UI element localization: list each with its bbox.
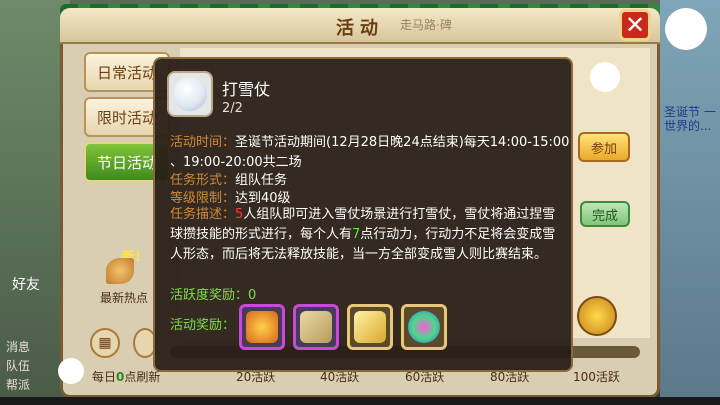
exp-bar <box>0 397 720 405</box>
rainbow-gem-icon <box>408 311 440 343</box>
snowman-icon <box>590 62 620 92</box>
title-decoration-text: 走马路·碑 <box>400 18 452 32</box>
refresh-suffix: 点刷新 <box>124 370 161 384</box>
time-value: 圣诞节活动期间(12月28日晚24点结束)每天14:00-15:00 <box>235 135 570 150</box>
hot-news-label[interactable]: 最新热点 <box>100 289 148 306</box>
join-button[interactable]: 参加 <box>578 132 630 162</box>
activity-icon-frame <box>167 71 213 117</box>
activity-time-row-2: 、19:00-20:00共二场 <box>170 153 302 172</box>
milestone-label: 100活跃 <box>573 370 620 384</box>
task-form-row: 任务形式：组队任务 <box>170 171 287 190</box>
chat-channel[interactable]: 消息 <box>6 338 66 357</box>
completed-badge: 完成 <box>580 201 630 227</box>
desc-label: 任务描述： <box>170 207 236 222</box>
right-event-label[interactable]: 圣诞节 一世界的... <box>664 105 720 133</box>
reward-slot[interactable] <box>401 304 447 350</box>
activity-time-row: 活动时间：圣诞节活动期间(12月28日晚24点结束)每天14:00-15:00 <box>170 133 569 152</box>
daily-refresh-text: 每日0点刷新 <box>92 368 160 385</box>
window-title: 活动 <box>336 18 384 39</box>
reward-slot[interactable] <box>347 304 393 350</box>
grid-menu-button[interactable]: ▦ <box>90 328 120 358</box>
activity-name: 打雪仗 <box>222 80 271 99</box>
grid-icon: ▦ <box>98 335 112 351</box>
reward-slot[interactable] <box>239 304 285 350</box>
reward-slot[interactable] <box>293 304 339 350</box>
form-value: 组队任务 <box>235 173 288 188</box>
refresh-prefix: 每日 <box>92 370 117 384</box>
snowman-icon <box>58 358 84 384</box>
scroll-map-icon <box>300 311 332 343</box>
reward-chest-icon[interactable] <box>577 296 617 336</box>
friends-label[interactable]: 好友 <box>12 274 40 294</box>
chat-channel[interactable]: 队伍 <box>6 357 66 376</box>
time-label: 活动时间： <box>170 135 236 150</box>
level-label: 等级限制： <box>170 191 236 206</box>
form-label: 任务形式： <box>170 173 236 188</box>
fire-orb-icon <box>246 311 278 343</box>
snowball-icon <box>173 77 207 111</box>
activity-count: 2/2 <box>222 101 243 116</box>
close-button[interactable]: ✕ <box>619 9 651 41</box>
chat-channel[interactable]: 帮派 <box>6 376 66 395</box>
chat-channels: 消息 队伍 帮派 <box>6 338 66 395</box>
time-value-2: 、19:00-20:00共二场 <box>170 155 302 170</box>
level-value: 达到40级 <box>235 191 291 206</box>
task-description: 任务描述：5人组队即可进入雪仗场景进行打雪仗，雪仗将通过捏雪球攒技能的形式进行，… <box>170 205 562 265</box>
activity-points-reward: 活跃度奖励：0 <box>170 288 257 303</box>
gold-ingot-icon <box>354 311 386 343</box>
activity-items-label: 活动奖励： <box>170 318 236 333</box>
close-icon: ✕ <box>624 11 646 39</box>
snowman-icon <box>665 8 707 50</box>
horn-icon[interactable] <box>106 258 134 284</box>
right-scene-strip <box>660 0 720 405</box>
